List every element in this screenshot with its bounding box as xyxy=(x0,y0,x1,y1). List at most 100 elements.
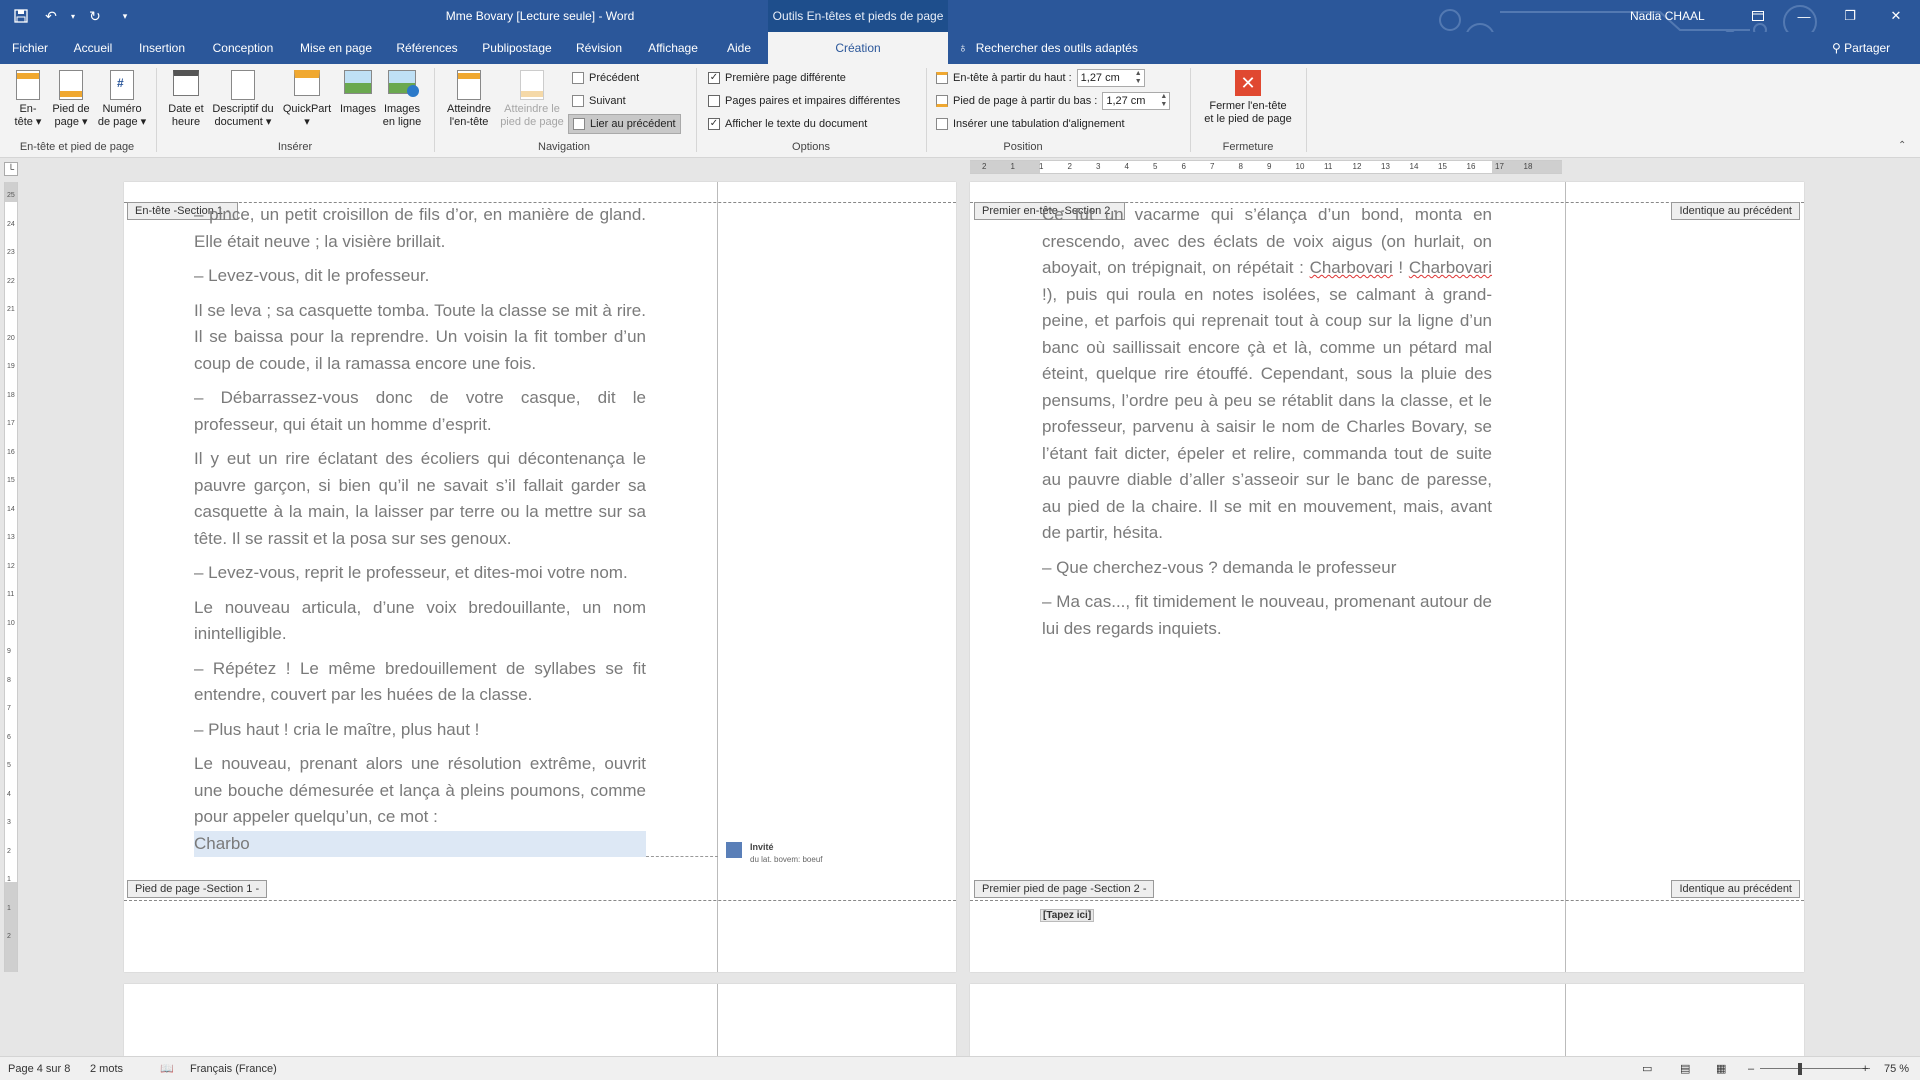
customize-qat-icon[interactable]: ▾ xyxy=(112,3,138,29)
page-next-right[interactable] xyxy=(970,984,1804,1056)
vruler-tick-label: 8 xyxy=(7,676,11,684)
odd-even-checkbox[interactable] xyxy=(708,95,720,107)
proofing-icon[interactable]: 📖 xyxy=(160,1057,174,1080)
commented-word[interactable]: Charbo xyxy=(194,830,646,857)
tab-insertion[interactable]: Insertion xyxy=(132,32,192,64)
page-counter[interactable]: Page 4 sur 8 xyxy=(8,1057,70,1080)
footer-placeholder[interactable]: [Tapez ici] xyxy=(1040,909,1095,922)
header-button[interactable]: En- tête ▾ xyxy=(8,68,48,138)
vruler-tick-label: 4 xyxy=(7,790,11,798)
word-count[interactable]: 2 mots xyxy=(90,1057,123,1080)
paragraph: – Levez-vous, dit le professeur. xyxy=(194,266,430,285)
title-bar: ↶ ▾ ↻ ▾ Mme Bovary [Lecture seule] - Wor… xyxy=(0,0,1920,53)
header-icon xyxy=(16,70,40,100)
page-right[interactable]: Premier en-tête -Section 2 - Identique a… xyxy=(970,182,1804,972)
group-divider xyxy=(156,68,157,152)
close-window-button[interactable]: ✕ xyxy=(1873,0,1919,32)
close-header-footer-button[interactable]: ✕ Fermer l'en-tête et le pied de page xyxy=(1196,68,1300,138)
zoom-out-button[interactable]: – xyxy=(1748,1057,1754,1080)
body-text-left[interactable]: – pince, un petit croisillon de fils d’o… xyxy=(194,202,646,865)
show-text-checkbox[interactable]: ✓ xyxy=(708,118,720,130)
web-layout-icon[interactable]: ▦ xyxy=(1716,1057,1726,1080)
tab-affichage[interactable]: Affichage xyxy=(640,32,706,64)
footer-boundary xyxy=(970,900,1804,901)
collapse-ribbon-icon[interactable]: ⌃ xyxy=(1898,140,1906,151)
zoom-slider-thumb[interactable] xyxy=(1797,1063,1802,1075)
page-left[interactable]: En-tête -Section 1 - Pied de page -Secti… xyxy=(124,182,956,972)
goto-header-button[interactable]: Atteindre l'en-tête xyxy=(440,68,498,138)
comment-text: du lat. bovem: boeuf xyxy=(750,855,823,864)
tab-conception[interactable]: Conception xyxy=(204,32,282,64)
date-time-button[interactable]: Date et heure xyxy=(162,68,210,138)
undo-dropdown-icon[interactable]: ▾ xyxy=(68,3,78,29)
comment-connector xyxy=(646,856,718,857)
option-first-page-different[interactable]: ✓ Première page différente xyxy=(708,68,846,88)
option-show-document-text[interactable]: ✓ Afficher le texte du document xyxy=(708,114,867,134)
minimize-button[interactable]: — xyxy=(1781,0,1827,32)
misspelled-word[interactable]: Charbovari xyxy=(1310,258,1393,277)
tab-creation[interactable]: Création xyxy=(768,32,948,64)
tab-accueil[interactable]: Accueil xyxy=(66,32,120,64)
print-layout-icon[interactable]: ▤ xyxy=(1680,1057,1690,1080)
next-button[interactable]: Suivant xyxy=(572,91,626,111)
share-button[interactable]: ⚲ Partager xyxy=(1832,32,1890,64)
redo-icon[interactable]: ↻ xyxy=(82,3,108,29)
horizontal-ruler[interactable]: 2 1 1 2 3 4 5 6 7 8 9 10 11 12 13 14 15 16 17 18 xyxy=(970,160,1562,174)
first-page-checkbox[interactable]: ✓ xyxy=(708,72,720,84)
tab-selector-icon[interactable]: └ xyxy=(4,162,18,176)
ruler-tick-label: 1 xyxy=(1010,162,1015,171)
link-to-previous-button[interactable]: Lier au précédent xyxy=(568,114,681,134)
page-number-button[interactable]: # Numéro de page ▾ xyxy=(96,68,148,138)
tab-references[interactable]: Références xyxy=(390,32,464,64)
undo-icon[interactable]: ↶ xyxy=(38,3,64,29)
status-bar: Page 4 sur 8 2 mots 📖 Français (France) … xyxy=(0,1056,1920,1080)
goto-footer-icon xyxy=(520,70,544,100)
save-icon[interactable] xyxy=(8,3,34,29)
tab-mise-en-page[interactable]: Mise en page xyxy=(294,32,378,64)
option-odd-even-different[interactable]: Pages paires et impaires différentes xyxy=(708,91,900,111)
tab-revision[interactable]: Révision xyxy=(570,32,628,64)
paragraph: Ce fut un vacarme qui s’élança d’un bond… xyxy=(1042,205,1492,542)
body-text-right[interactable]: Ce fut un vacarme qui s’élança d’un bond… xyxy=(1042,202,1492,650)
header-position-icon xyxy=(936,72,948,84)
quickpart-button[interactable]: QuickPart ▾ xyxy=(280,68,334,138)
comment-balloon[interactable]: Invité du lat. bovem: boeuf xyxy=(726,842,946,872)
spin-arrows-icon[interactable]: ▲ ▼ xyxy=(1135,70,1142,86)
restore-button[interactable]: ❐ xyxy=(1827,0,1873,32)
previous-button[interactable]: Précédent xyxy=(572,68,639,88)
document-info-button[interactable]: Descriptif du document ▾ xyxy=(208,68,278,138)
vruler-tick-label: 23 xyxy=(7,249,15,256)
goto-footer-button[interactable]: Atteindre le pied de page xyxy=(498,68,566,138)
online-images-button[interactable]: Images en ligne xyxy=(380,68,424,138)
ribbon-display-options-icon[interactable] xyxy=(1735,0,1781,32)
user-name[interactable]: Nadia CHAAL xyxy=(1630,0,1705,32)
zoom-in-button[interactable]: + xyxy=(1862,1057,1868,1080)
insert-alignment-tab-button[interactable]: Insérer une tabulation d'alignement xyxy=(936,114,1125,134)
image-icon xyxy=(344,70,372,94)
calendar-icon xyxy=(173,70,199,96)
group-divider xyxy=(1190,68,1191,152)
group-label-insert: Insérer xyxy=(277,141,313,153)
tab-fichier[interactable]: Fichier xyxy=(6,32,54,64)
vertical-ruler[interactable]: 25 24 23 22 21 20 19 18 17 16 15 14 13 12 11 10 9 8 7 6 5 4 3 2… xyxy=(4,182,18,972)
markup-pane xyxy=(717,984,718,1056)
vruler-tick-label: 5 xyxy=(7,762,11,769)
tell-me-search[interactable]: ♁ Rechercher des outils adaptés xyxy=(958,32,1158,64)
tab-aide[interactable]: Aide xyxy=(718,32,760,64)
page-next-left[interactable] xyxy=(124,984,956,1056)
images-button[interactable]: Images xyxy=(336,68,380,138)
footer-button[interactable]: Pied de page ▾ xyxy=(48,68,94,138)
ruler-tick-label: 7 xyxy=(1210,162,1215,171)
footer-from-bottom-input[interactable]: 1,27 cm ▲ ▼ xyxy=(1102,92,1171,110)
read-mode-icon[interactable]: ▭ xyxy=(1642,1057,1652,1080)
group-divider xyxy=(1306,68,1307,152)
misspelled-word[interactable]: Charbovari xyxy=(1409,258,1492,277)
ruler-tick-label: 16 xyxy=(1466,162,1476,171)
vruler-tick-label: 15 xyxy=(7,477,15,484)
tab-publipostage[interactable]: Publipostage xyxy=(476,32,558,64)
language[interactable]: Français (France) xyxy=(190,1057,277,1080)
header-from-top-input[interactable]: 1,27 cm ▲ ▼ xyxy=(1076,69,1145,87)
spin-arrows-icon[interactable]: ▲ ▼ xyxy=(1160,93,1167,109)
zoom-level[interactable]: 75 % xyxy=(1884,1057,1909,1080)
zoom-slider[interactable] xyxy=(1760,1068,1870,1069)
